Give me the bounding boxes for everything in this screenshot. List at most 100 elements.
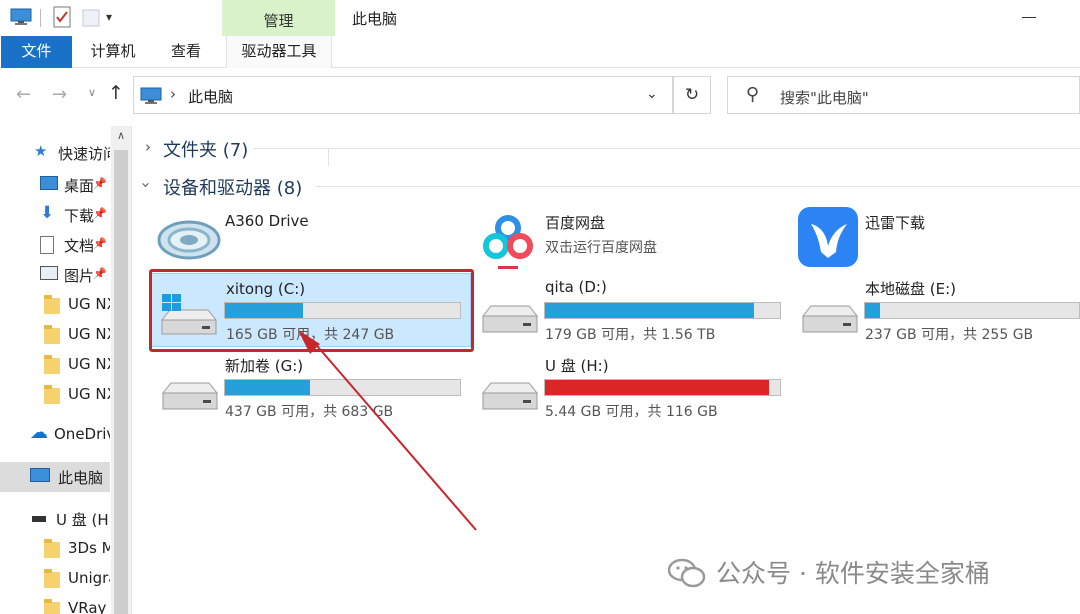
tab-view[interactable]: 查看: [160, 36, 212, 68]
nav-item-label: 此电脑: [58, 469, 104, 487]
breadcrumb-this-pc[interactable]: 此电脑: [188, 86, 233, 107]
pin-icon: 📌: [93, 177, 107, 190]
nav-item-label: 下载: [64, 207, 95, 225]
nav-item[interactable]: Unigraphics: [0, 564, 110, 594]
expand-chevron-icon[interactable]: ›: [145, 138, 151, 156]
ribbon-tabs: 文件 计算机 查看 驱动器工具: [0, 36, 1080, 68]
onedrive-icon: ☁: [30, 422, 48, 443]
drive-name: U 盘 (H:): [545, 357, 609, 375]
folder-icon: [44, 325, 60, 344]
pictures-icon: [40, 266, 58, 280]
address-history-dropdown-icon[interactable]: ⌄: [646, 86, 658, 102]
app-name: 迅雷下载: [865, 214, 926, 232]
folder-icon: [44, 539, 60, 558]
drive-info: 165 GB 可用，共 247 GB: [226, 327, 395, 343]
drive-info: 5.44 GB 可用，共 116 GB: [545, 404, 718, 420]
pin-icon: 📌: [93, 267, 107, 280]
drive-tile-d[interactable]: qita (D:) 179 GB 可用，共 1.56 TB: [479, 278, 799, 350]
baidu-netdisk-icon: [483, 215, 533, 269]
properties-icon[interactable]: [52, 6, 72, 28]
this-pc-icon[interactable]: [10, 8, 32, 26]
desktop-icon: [40, 176, 58, 190]
nav-scrollbar-thumb[interactable]: [114, 150, 128, 614]
address-bar[interactable]: › 此电脑 ⌄: [133, 76, 673, 114]
drive-usage-fill: [225, 380, 310, 395]
app-tile[interactable]: 迅雷下载: [797, 206, 1080, 278]
group-label-folders: 文件夹 (7): [163, 140, 249, 161]
nav-item[interactable]: ⬇ 下载 📌: [0, 200, 110, 230]
refresh-button[interactable]: ↻: [673, 76, 711, 114]
drive-info: 237 GB 可用，共 255 GB: [865, 327, 1034, 343]
app-name: A360 Drive: [225, 212, 309, 230]
nav-item-label: OneDrive: [54, 425, 110, 443]
hard-drive-icon: [161, 382, 219, 410]
nav-item-label: VRay: [68, 599, 107, 614]
tab-file[interactable]: 文件: [1, 36, 72, 68]
nav-item-label: 快速访问: [58, 145, 110, 163]
pin-icon: 📌: [93, 237, 107, 250]
drive-usage-bar: [544, 302, 781, 319]
nav-item[interactable]: ☁ OneDrive: [0, 420, 110, 450]
nav-item[interactable]: UG NX: [0, 320, 110, 350]
nav-item[interactable]: 3Ds Max: [0, 534, 110, 564]
nav-scroll-up-icon[interactable]: ∧: [111, 126, 131, 148]
group-label-devices: 设备和驱动器 (8): [163, 178, 303, 199]
drive-tile-h[interactable]: U 盘 (H:) 5.44 GB 可用，共 116 GB: [479, 355, 799, 427]
drive-tile-c[interactable]: xitong (C:) 165 GB 可用，共 247 GB: [151, 273, 471, 347]
nav-item[interactable]: 文档 📌: [0, 230, 110, 260]
search-input[interactable]: ⚲ 搜索"此电脑": [727, 76, 1080, 114]
drive-tile-g[interactable]: 新加卷 (G:) 437 GB 可用，共 683 GB: [159, 355, 479, 427]
drive-name: 本地磁盘 (E:): [865, 280, 957, 298]
nav-item-label: 图片: [64, 267, 95, 285]
nav-item-label: UG NX: [68, 325, 110, 343]
window-title: 此电脑: [352, 10, 398, 28]
hard-drive-icon: [481, 305, 539, 333]
collapse-chevron-icon[interactable]: ›: [137, 182, 155, 188]
group-header-folders[interactable]: › 文件夹 (7): [133, 134, 1080, 164]
drive-tile-e[interactable]: 本地磁盘 (E:) 237 GB 可用，共 255 GB: [797, 278, 1080, 350]
app-tile[interactable]: 百度网盘 双击运行百度网盘: [483, 210, 783, 282]
hard-drive-icon: [801, 305, 859, 333]
nav-item[interactable]: VRay: [0, 594, 110, 614]
search-icon: ⚲: [746, 84, 760, 105]
usb-drive-icon: [481, 382, 539, 410]
group-header-devices[interactable]: › 设备和驱动器 (8): [133, 172, 1080, 202]
tab-drive-tools[interactable]: 驱动器工具: [226, 36, 332, 68]
tab-computer[interactable]: 计算机: [80, 36, 146, 68]
forward-arrow-icon[interactable]: →: [52, 84, 67, 105]
folder-icon: [44, 599, 60, 614]
drive-usage-fill: [865, 303, 881, 318]
nav-item[interactable]: UG NX: [0, 290, 110, 320]
download-icon: ⬇: [40, 203, 55, 223]
usb-drive-icon: [32, 516, 46, 522]
title-bar: ▾ 管理 此电脑: [0, 0, 1080, 38]
nav-item[interactable]: UG NX: [0, 380, 110, 410]
breadcrumb-chevron-icon[interactable]: ›: [170, 85, 176, 103]
nav-item[interactable]: 此电脑: [0, 462, 110, 492]
nav-item-label: UG NX: [68, 385, 110, 403]
minimize-button[interactable]: [1022, 17, 1036, 18]
drive-info: 437 GB 可用，共 683 GB: [225, 404, 394, 420]
folder-icon: [44, 355, 60, 374]
nav-item-label: UG NX: [68, 355, 110, 373]
qat-customize-dropdown-icon[interactable]: ▾: [106, 10, 112, 32]
recent-locations-chevron-icon[interactable]: ∨: [88, 86, 96, 99]
nav-item[interactable]: 桌面 📌: [0, 170, 110, 200]
group-divider: [253, 148, 1080, 149]
app-name: 百度网盘: [545, 214, 606, 232]
nav-item-label: 桌面: [64, 177, 95, 195]
nav-item[interactable]: 图片 📌: [0, 260, 110, 290]
star-icon: ★: [34, 142, 48, 160]
nav-item[interactable]: U 盘 (H:): [0, 504, 110, 534]
pin-icon: 📌: [93, 207, 107, 220]
up-arrow-icon[interactable]: ↑: [108, 82, 124, 104]
nav-item[interactable]: ★ 快速访问: [0, 138, 110, 168]
folder-icon: [44, 295, 60, 314]
back-arrow-icon[interactable]: ←: [16, 84, 31, 105]
new-folder-icon[interactable]: [82, 9, 100, 27]
app-tile[interactable]: A360 Drive: [153, 210, 453, 282]
a360-drive-icon: [157, 220, 221, 260]
drive-info: 179 GB 可用，共 1.56 TB: [545, 327, 716, 343]
drive-usage-bar: [224, 379, 461, 396]
nav-item[interactable]: UG NX: [0, 350, 110, 380]
